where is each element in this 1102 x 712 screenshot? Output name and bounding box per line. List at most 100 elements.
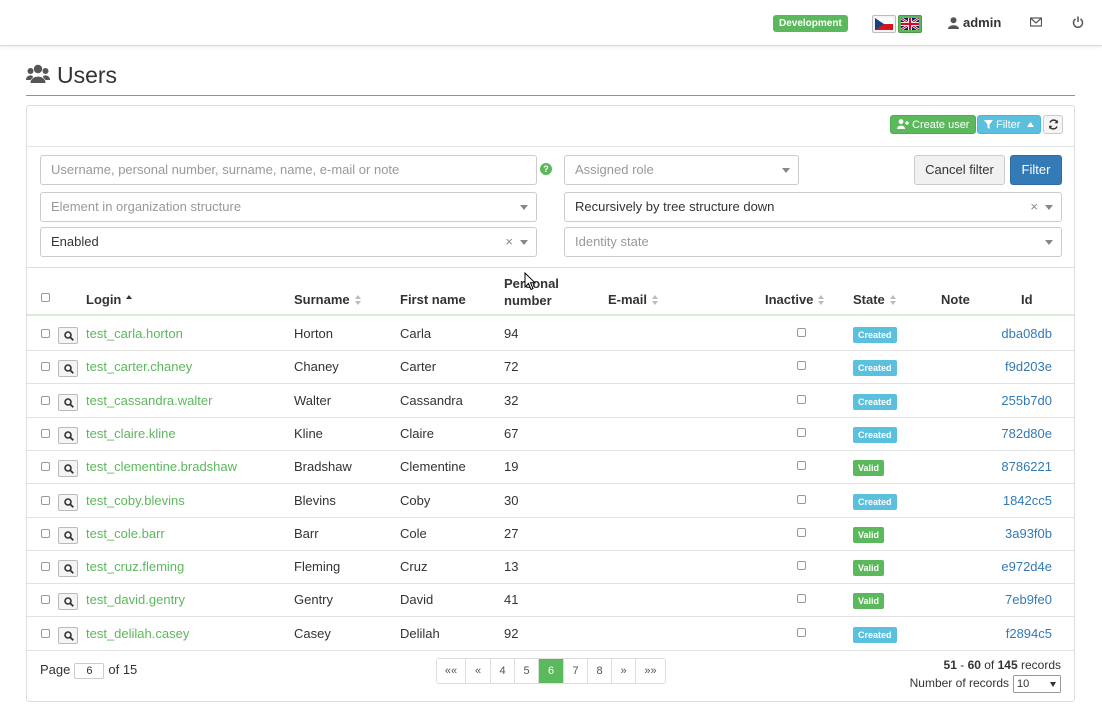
filter-toggle-button[interactable]: Filter [977, 115, 1041, 134]
row-checkbox[interactable] [41, 495, 50, 505]
prev-page-button[interactable]: « [466, 659, 491, 683]
first-name-cell: Coby [400, 492, 431, 508]
id-link[interactable]: 3a93f0b [1001, 518, 1052, 551]
row-checkbox[interactable] [41, 595, 50, 605]
row-checkbox[interactable] [41, 395, 50, 405]
surname-cell: Blevins [294, 492, 336, 508]
detail-button[interactable] [58, 626, 78, 644]
id-link[interactable]: 1842cc5 [1001, 485, 1052, 518]
personal-number-cell: 13 [504, 559, 519, 575]
search-icon [64, 364, 74, 375]
login-link[interactable]: test_claire.kline [86, 418, 176, 451]
login-link[interactable]: test_david.gentry [86, 584, 185, 617]
table-row: test_delilah.casey Casey Delilah 92 Created f… [27, 618, 1074, 651]
id-link[interactable]: f2894c5 [1001, 618, 1052, 651]
uk-flag-icon[interactable] [898, 15, 922, 33]
power-icon[interactable] [1072, 16, 1084, 28]
id-link[interactable]: dba08db [1001, 318, 1052, 351]
column-email[interactable]: E-mail [608, 292, 659, 307]
page-button-6[interactable]: 6 [539, 659, 564, 683]
table-row: test_cole.barr Barr Cole 27 Valid 3a93f0b [27, 518, 1074, 551]
detail-button[interactable] [58, 393, 78, 411]
page-number-input[interactable]: 6 [74, 662, 105, 679]
detail-button[interactable] [58, 493, 78, 511]
login-link[interactable]: test_carla.horton [86, 318, 183, 351]
refresh-button[interactable] [1043, 115, 1063, 134]
detail-button[interactable] [58, 360, 78, 378]
row-checkbox[interactable] [41, 528, 50, 538]
czech-flag-icon[interactable] [872, 15, 896, 33]
row-checkbox[interactable] [41, 329, 50, 338]
role-select[interactable]: Assigned role [564, 155, 799, 185]
row-checkbox[interactable] [41, 628, 50, 638]
filter-toggle-label: Filter [996, 119, 1021, 131]
surname-cell: Chaney [294, 359, 339, 375]
detail-button[interactable] [58, 460, 78, 478]
login-link[interactable]: test_coby.blevins [86, 485, 185, 518]
surname-cell: Walter [294, 392, 332, 408]
search-icon [64, 564, 74, 575]
table-row: test_cruz.fleming Fleming Cruz 13 Valid e972d… [27, 551, 1074, 585]
page-button-7[interactable]: 7 [564, 659, 588, 683]
text-filter-input[interactable]: Username, personal number, surname, name… [40, 155, 537, 185]
id-link[interactable]: 8786221 [1001, 451, 1052, 484]
column-surname[interactable]: Surname [294, 292, 362, 307]
apply-filter-button[interactable]: Filter [1010, 155, 1062, 185]
detail-button[interactable] [58, 327, 78, 344]
row-checkbox[interactable] [41, 462, 50, 472]
inactive-checkbox [797, 594, 806, 604]
login-link[interactable]: test_cruz.fleming [86, 551, 184, 584]
detail-button[interactable] [58, 560, 78, 578]
clear-icon[interactable]: × [1030, 193, 1038, 221]
question-icon[interactable]: ? [540, 163, 552, 175]
recursion-select[interactable]: Recursively by tree structure down × [564, 192, 1062, 222]
personal-number-cell: 72 [504, 359, 519, 375]
detail-button[interactable] [58, 593, 78, 611]
environment-badge: Development [773, 15, 848, 32]
detail-button[interactable] [58, 426, 78, 444]
envelope-icon[interactable] [1030, 16, 1042, 28]
page-button-8[interactable]: 8 [588, 659, 612, 683]
page-size-select[interactable]: 10 [1013, 675, 1061, 693]
org-structure-select[interactable]: Element in organization structure [40, 192, 537, 222]
login-link[interactable]: test_cole.barr [86, 518, 165, 551]
clear-icon[interactable]: × [505, 228, 513, 256]
column-login[interactable]: Login [86, 292, 133, 307]
enabled-select[interactable]: Enabled × [40, 227, 537, 257]
identity-state-select[interactable]: Identity state [564, 227, 1062, 257]
first-page-button[interactable]: «« [437, 659, 466, 683]
page-size-label: Number of records [909, 676, 1009, 691]
id-link[interactable]: f9d203e [1001, 351, 1052, 384]
state-badge: Valid [853, 560, 885, 577]
surname-cell: Bradshaw [294, 459, 352, 475]
login-link[interactable]: test_clementine.bradshaw [86, 451, 237, 484]
state-badge: Created [853, 426, 897, 443]
column-state[interactable]: State [853, 292, 897, 307]
row-checkbox[interactable] [41, 562, 50, 572]
select-all-checkbox[interactable] [41, 293, 50, 302]
next-page-button[interactable]: » [612, 659, 636, 683]
login-link[interactable]: test_delilah.casey [86, 618, 189, 651]
id-link[interactable]: e972d4e [1001, 551, 1052, 584]
page-button-4[interactable]: 4 [491, 659, 515, 683]
login-link[interactable]: test_carter.chaney [86, 351, 192, 384]
inactive-checkbox [797, 527, 806, 537]
login-link[interactable]: test_cassandra.walter [86, 385, 212, 418]
row-checkbox[interactable] [41, 428, 50, 438]
sort-icon [354, 295, 362, 306]
user-menu[interactable]: admin [948, 14, 1001, 32]
surname-cell: Horton [294, 326, 334, 341]
id-link[interactable]: 255b7d0 [1001, 385, 1052, 418]
create-user-button[interactable]: Create user [890, 115, 977, 134]
first-name-cell: Delilah [400, 625, 440, 641]
id-link[interactable]: 782d80e [1001, 418, 1052, 451]
row-checkbox[interactable] [41, 362, 50, 372]
last-page-button[interactable]: »» [636, 659, 665, 683]
records-from: 51 [943, 658, 957, 672]
refresh-icon [1048, 119, 1059, 130]
detail-button[interactable] [58, 526, 78, 544]
cancel-filter-button[interactable]: Cancel filter [914, 155, 1005, 185]
id-link[interactable]: 7eb9fe0 [1001, 584, 1052, 617]
page-button-5[interactable]: 5 [515, 659, 539, 683]
column-inactive[interactable]: Inactive [765, 292, 825, 307]
